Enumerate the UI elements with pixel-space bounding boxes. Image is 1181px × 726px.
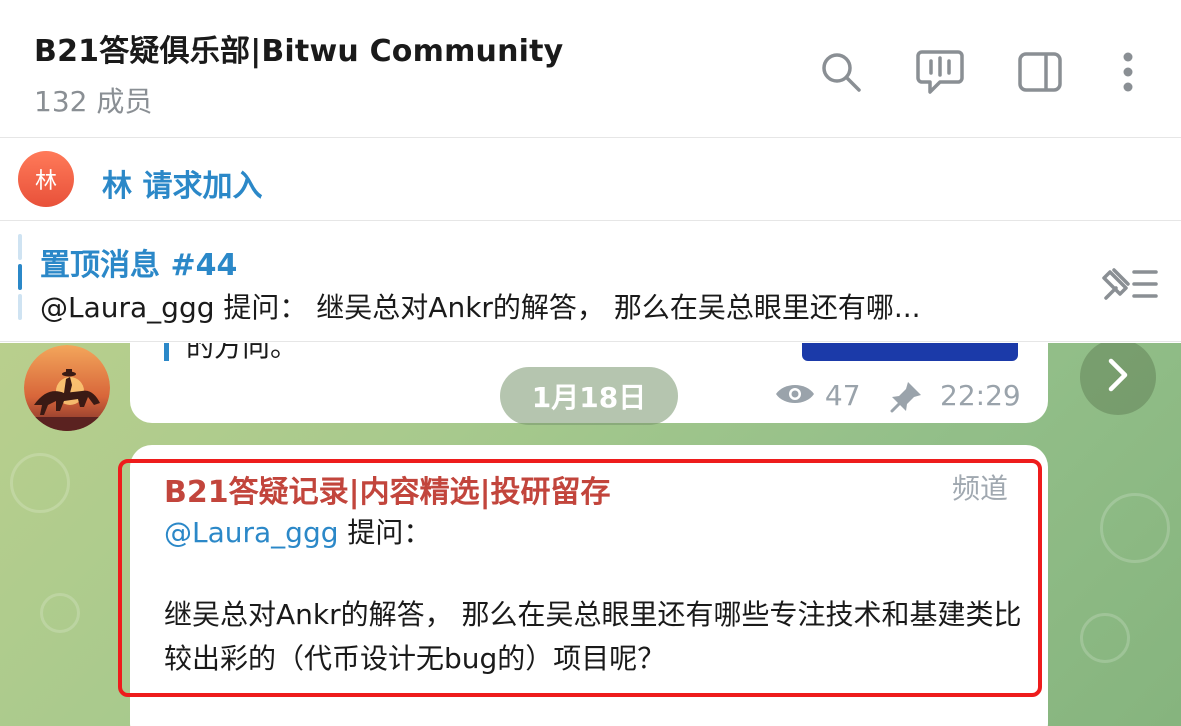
search-icon[interactable]	[813, 44, 869, 100]
avatar[interactable]: 林	[18, 151, 74, 207]
scroll-next-button[interactable]	[1080, 343, 1156, 415]
message-time: 22:29	[940, 379, 1021, 412]
previous-message-text: 的方向。	[186, 343, 299, 363]
mention-link[interactable]: @Laura_ggg	[164, 516, 339, 549]
pinned-preview: @Laura_ggg 提问： 继吴总对Ankr的解答， 那么在吴总眼里还有哪..…	[40, 291, 921, 324]
wallpaper-doodle	[1100, 493, 1170, 563]
view-count-value: 47	[824, 379, 861, 412]
pinned-message-bar[interactable]: 置顶消息 #44 @Laura_ggg 提问： 继吴总对Ankr的解答， 那么在…	[0, 222, 1181, 342]
live-chat-icon[interactable]	[912, 44, 968, 100]
chat-header: B21答疑俱乐部|Bitwu Community 132 成员	[0, 0, 1181, 138]
mention-suffix: 提问：	[338, 516, 432, 549]
more-vertical-icon[interactable]	[1100, 44, 1156, 100]
message-body: 继吴总对Ankr的解答， 那么在吴总眼里还有哪些专注技术和基建类比较出彩的（代币…	[164, 598, 1022, 675]
chat-area[interactable]: 的方向。 47 22:29 1月18日 B21答疑记录|内容精选|投研留存 频道…	[0, 343, 1181, 726]
sidebar-toggle-icon[interactable]	[1012, 44, 1068, 100]
pin-status-icon	[888, 379, 924, 420]
chat-title[interactable]: B21答疑俱乐部|Bitwu Community	[34, 26, 563, 70]
wallpaper-doodle	[10, 453, 70, 513]
view-count: 47	[774, 379, 861, 415]
join-request-text[interactable]: 林 请求加入	[102, 161, 262, 205]
date-divider: 1月18日	[500, 367, 678, 425]
previous-message-image[interactable]	[802, 343, 1018, 361]
sender-avatar[interactable]	[24, 345, 110, 431]
member-count[interactable]: 132 成员	[34, 80, 152, 120]
eye-icon	[774, 380, 816, 415]
pinned-position-indicator	[18, 234, 22, 326]
wallpaper-doodle	[1080, 613, 1130, 663]
pinned-title: 置顶消息 #44	[40, 248, 238, 283]
chevron-right-icon	[1106, 357, 1130, 397]
quote-bar	[164, 343, 169, 361]
mention-line: @Laura_ggg 提问：	[164, 511, 431, 551]
join-request-bar[interactable]: 林 林 请求加入	[0, 139, 1181, 221]
channel-name[interactable]: B21答疑记录|内容精选|投研留存	[164, 467, 611, 511]
pinned-list-icon[interactable]	[1090, 258, 1162, 312]
channel-tag: 频道	[952, 472, 1009, 505]
wallpaper-doodle	[40, 593, 80, 633]
